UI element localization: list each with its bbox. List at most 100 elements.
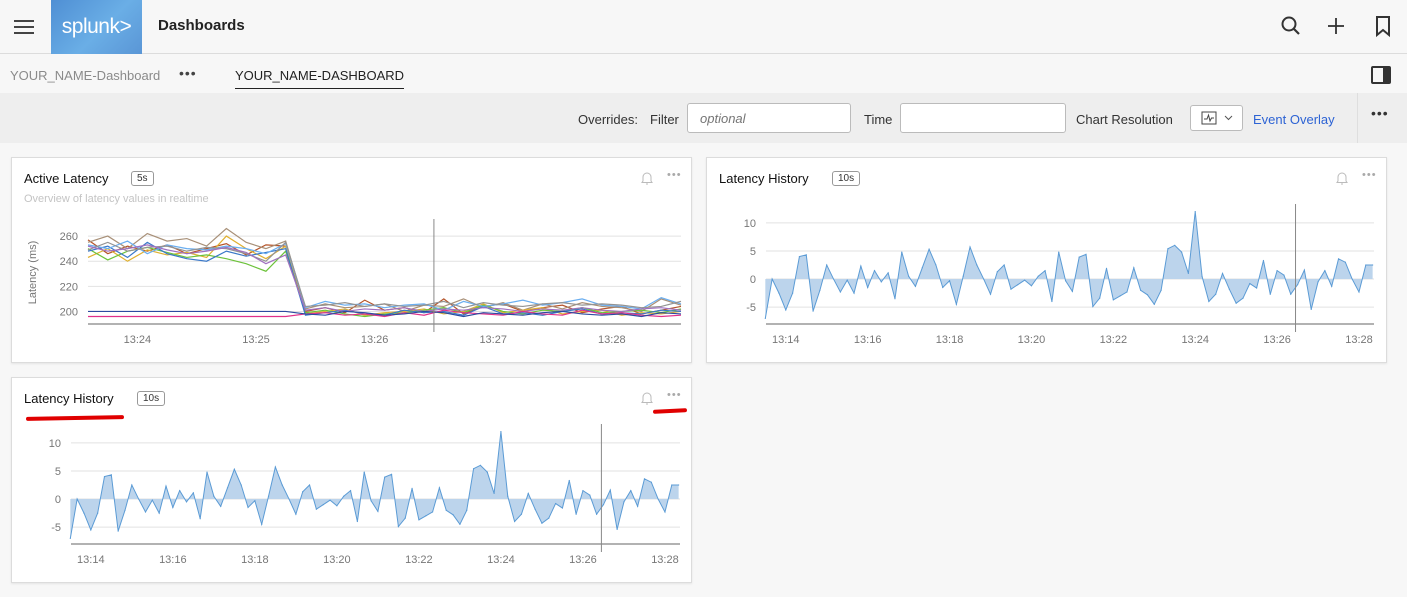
- resolution-badge: 10s: [137, 391, 166, 406]
- y-tick-label: -5: [51, 522, 61, 534]
- data-point: [1194, 211, 1196, 213]
- resolution-badge: 10s: [832, 171, 861, 186]
- data-point: [983, 278, 985, 280]
- data-point: [1167, 248, 1169, 250]
- y-tick-label: 0: [750, 274, 756, 286]
- data-point: [1215, 293, 1217, 295]
- data-point: [1140, 289, 1142, 291]
- bell-icon[interactable]: [640, 390, 654, 406]
- data-point: [873, 270, 876, 272]
- data-point: [254, 500, 256, 502]
- data-point: [1249, 282, 1251, 285]
- event-overlay-button[interactable]: Event Overlay: [1253, 112, 1335, 127]
- panel-title: Active Latency: [24, 171, 109, 186]
- active-latency-chart[interactable]: 200 220 240 260 13:24 13:25 13:26 13:27 13:28 Lat…: [12, 213, 692, 363]
- y-tick-label: 0: [55, 494, 61, 506]
- data-point: [479, 464, 482, 466]
- bell-icon[interactable]: [1335, 170, 1349, 186]
- data-point: [267, 495, 270, 497]
- x-tick-label: 13:14: [77, 554, 105, 566]
- chart-resolution-dropdown[interactable]: [1190, 105, 1243, 131]
- time-input[interactable]: [900, 103, 1066, 133]
- y-tick-label: 5: [55, 466, 61, 478]
- x-tick-label: 13:28: [651, 554, 679, 566]
- latency-history-chart[interactable]: -5 0 5 10 13:14 13:16 13:18 13:20 13:22 13:24 13:2…: [707, 198, 1387, 363]
- data-point: [678, 484, 680, 486]
- data-point: [812, 310, 814, 312]
- side-panel-icon[interactable]: [1371, 66, 1391, 84]
- panel-more-button[interactable]: •••: [667, 169, 682, 181]
- search-icon[interactable]: [1279, 14, 1303, 38]
- series-line: [87, 227, 682, 313]
- x-tick-label: 13:24: [124, 334, 152, 346]
- data-point: [764, 317, 766, 319]
- data-point: [329, 499, 331, 501]
- data-point: [1133, 267, 1135, 269]
- time-label: Time: [864, 112, 893, 127]
- data-point: [1146, 294, 1149, 296]
- y-tick-label: 10: [49, 438, 61, 450]
- area-fill: [70, 431, 679, 539]
- data-point: [356, 520, 358, 523]
- dashboard-tabs: YOUR_NAME-Dashboard ••• YOUR_NAME-DASHBO…: [0, 55, 1407, 93]
- data-point: [90, 529, 92, 531]
- panel-more-button[interactable]: •••: [667, 389, 682, 401]
- panel-more-button[interactable]: •••: [1362, 169, 1377, 181]
- data-point: [513, 520, 516, 523]
- area-fill: [765, 211, 1373, 319]
- series-line: [87, 246, 682, 318]
- data-point: [459, 523, 461, 525]
- resolution-badge: 5s: [131, 171, 154, 186]
- data-point: [623, 501, 625, 503]
- y-tick-label: 240: [60, 256, 78, 268]
- data-point: [860, 265, 862, 267]
- series-line: [69, 431, 679, 539]
- data-point: [220, 505, 222, 507]
- data-point: [76, 498, 78, 500]
- latency-history-chart[interactable]: -5 0 5 10 13:14 13:16 13:18 13:20 13:22 13:24 13:2…: [12, 418, 692, 583]
- data-point: [1037, 275, 1039, 277]
- data-point: [138, 498, 140, 500]
- data-point: [630, 490, 632, 492]
- data-point: [853, 292, 855, 294]
- data-point: [1296, 284, 1299, 286]
- data-point: [1201, 275, 1203, 277]
- data-point: [1105, 267, 1108, 269]
- data-point: [650, 481, 652, 483]
- data-point: [247, 506, 249, 509]
- x-tick-label: 13:25: [242, 334, 270, 346]
- data-point: [1269, 293, 1271, 295]
- dashboard-group-name[interactable]: YOUR_NAME-Dashboard: [10, 68, 160, 83]
- data-point: [1372, 264, 1374, 266]
- filter-input[interactable]: [687, 103, 851, 133]
- data-point: [1099, 297, 1101, 299]
- plus-icon[interactable]: [1324, 14, 1348, 38]
- data-point: [602, 504, 605, 506]
- menu-icon[interactable]: [14, 17, 34, 35]
- chart-resolution-label: Chart Resolution: [1076, 112, 1173, 127]
- data-point: [527, 492, 529, 495]
- data-point: [1256, 287, 1258, 289]
- data-point: [637, 505, 639, 507]
- tab-your-name-dashboard[interactable]: YOUR_NAME-DASHBOARD: [235, 68, 405, 89]
- red-annotation-mark: [652, 408, 688, 414]
- data-point: [466, 509, 468, 511]
- data-point: [370, 500, 372, 502]
- data-point: [914, 285, 917, 287]
- data-point: [1153, 303, 1155, 305]
- data-point: [771, 278, 773, 280]
- data-point: [500, 431, 502, 433]
- data-point: [1112, 299, 1114, 301]
- data-point: [384, 476, 386, 478]
- x-tick-label: 13:26: [1263, 334, 1291, 346]
- splunk-logo[interactable]: splunk>: [51, 0, 142, 54]
- bookmark-icon[interactable]: [1371, 14, 1395, 38]
- data-point: [643, 478, 646, 480]
- bell-icon[interactable]: [640, 170, 654, 186]
- toolbar-more-button[interactable]: •••: [1371, 105, 1389, 121]
- group-more-button[interactable]: •••: [179, 65, 197, 81]
- data-point: [438, 487, 441, 489]
- page-title: Dashboards: [158, 17, 245, 34]
- data-point: [609, 489, 611, 491]
- y-tick-label: 260: [60, 231, 78, 243]
